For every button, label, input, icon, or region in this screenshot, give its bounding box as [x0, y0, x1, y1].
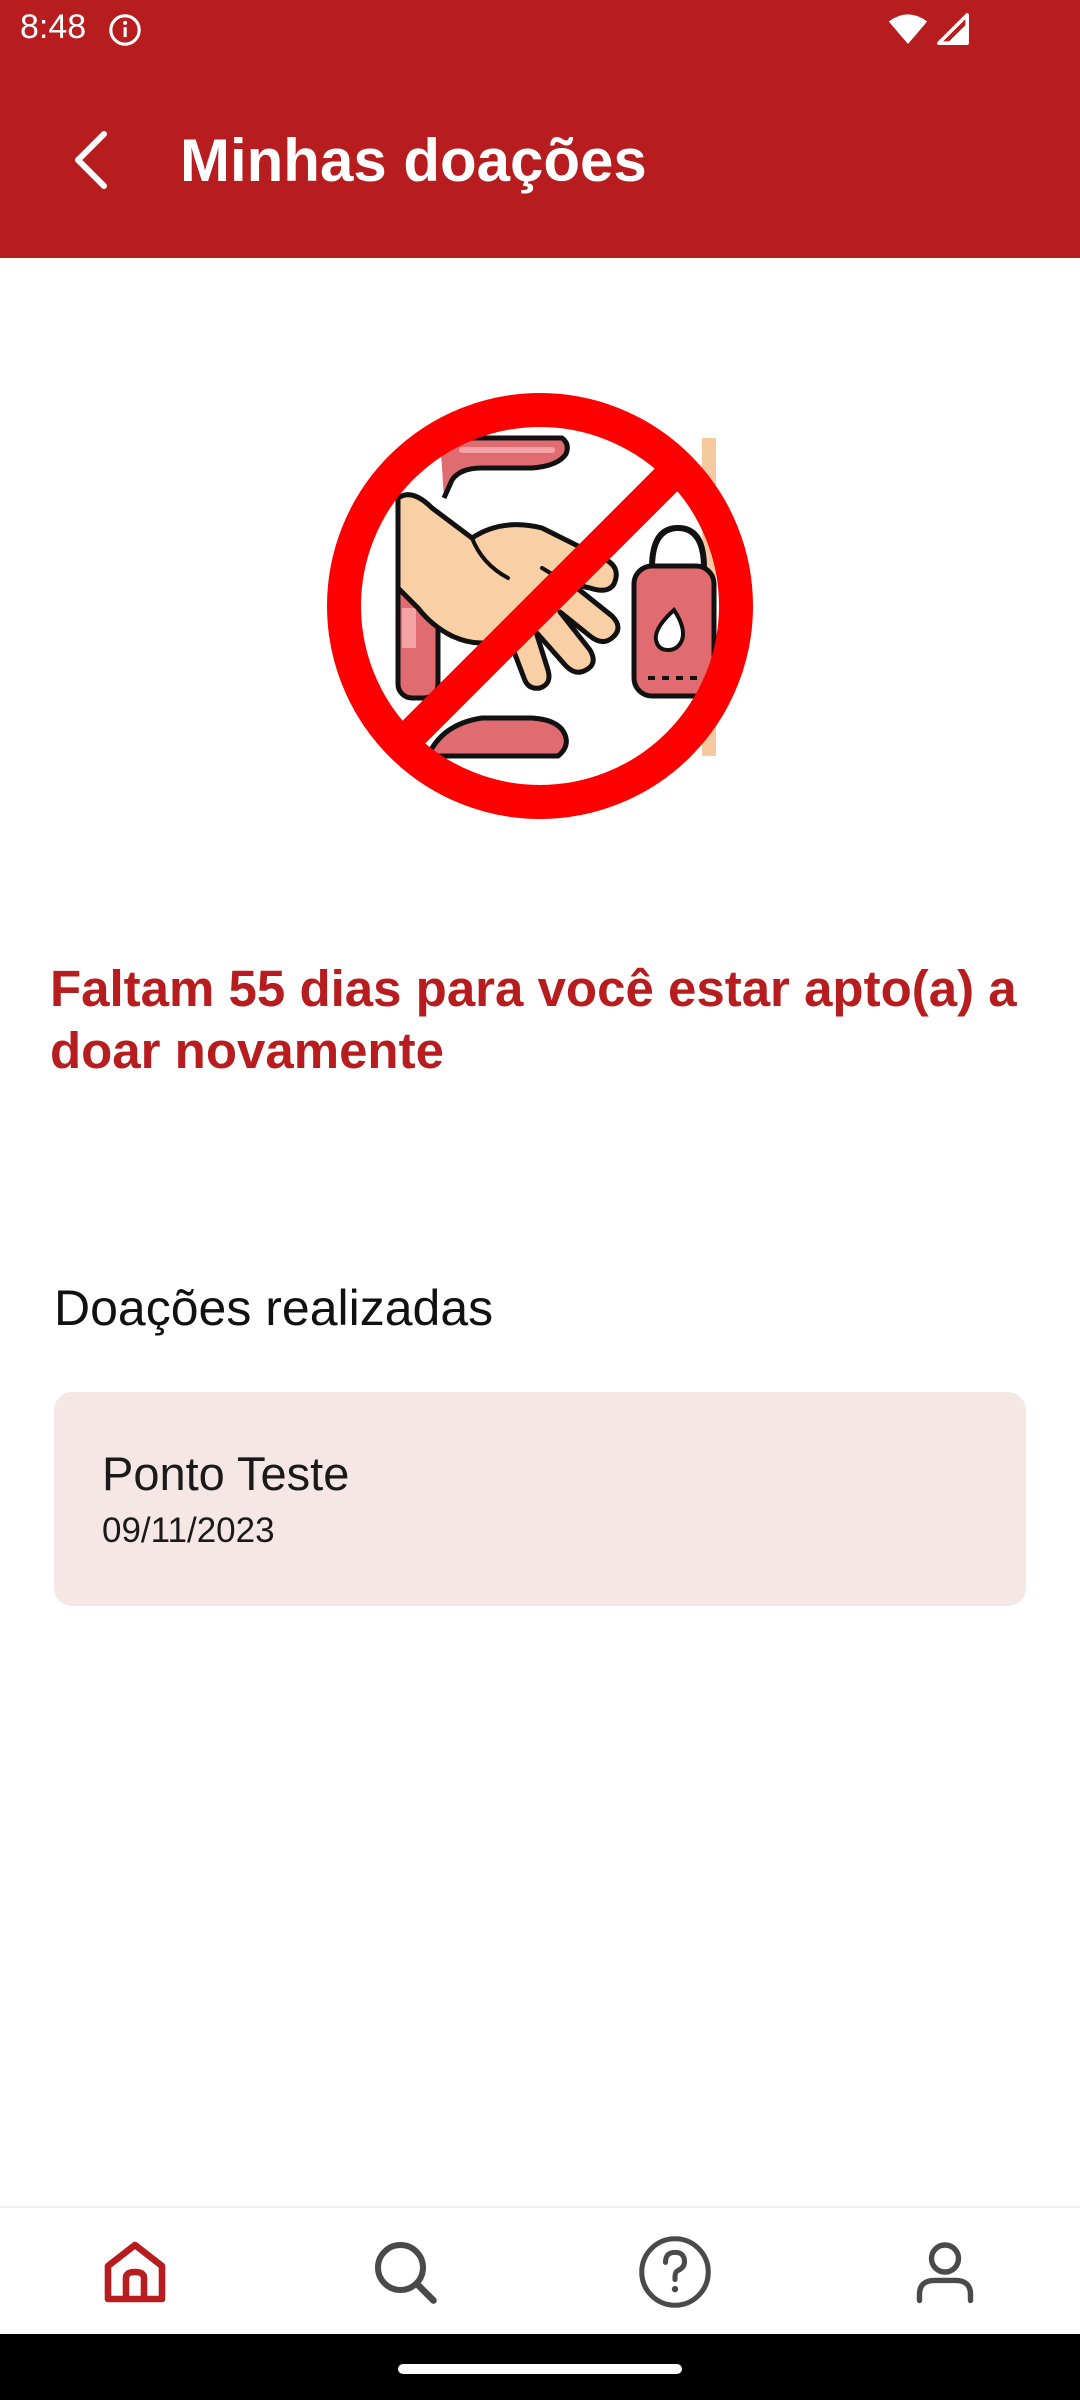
bottom-nav [0, 2206, 1080, 2336]
nav-profile[interactable] [885, 2222, 1005, 2322]
donation-card[interactable]: Ponto Teste 09/11/2023 [54, 1392, 1026, 1606]
header-area: 8:48 Minhas doações [0, 0, 1080, 258]
info-icon [109, 14, 141, 46]
profile-icon [916, 2242, 974, 2304]
system-gesture-bar [0, 2334, 1080, 2400]
chevron-left-icon [75, 131, 107, 189]
page-title: Minhas doações [180, 127, 647, 194]
signal-icon [937, 13, 969, 45]
status-time: 8:48 [20, 8, 87, 46]
eligibility-message: Faltam 55 dias para você estar apto(a) a… [50, 960, 1017, 1079]
help-icon [639, 2236, 711, 2308]
gesture-handle[interactable] [398, 2364, 682, 2374]
wifi-icon [888, 14, 928, 44]
back-button[interactable] [56, 120, 128, 200]
donations-section-title: Doações realizadas [54, 1280, 494, 1336]
nav-search[interactable] [345, 2222, 465, 2322]
my-donations-screen: 8:48 Minhas doações Faltam 55 dias para … [0, 0, 1080, 2400]
no-donation-icon [327, 393, 753, 819]
search-icon [375, 2242, 437, 2304]
home-icon [104, 2241, 166, 2303]
status-bar: 8:48 [0, 0, 1080, 64]
donation-place: Ponto Teste [102, 1447, 350, 1500]
nav-help[interactable] [615, 2222, 735, 2322]
nav-home[interactable] [75, 2222, 195, 2322]
donation-date: 09/11/2023 [102, 1511, 275, 1550]
